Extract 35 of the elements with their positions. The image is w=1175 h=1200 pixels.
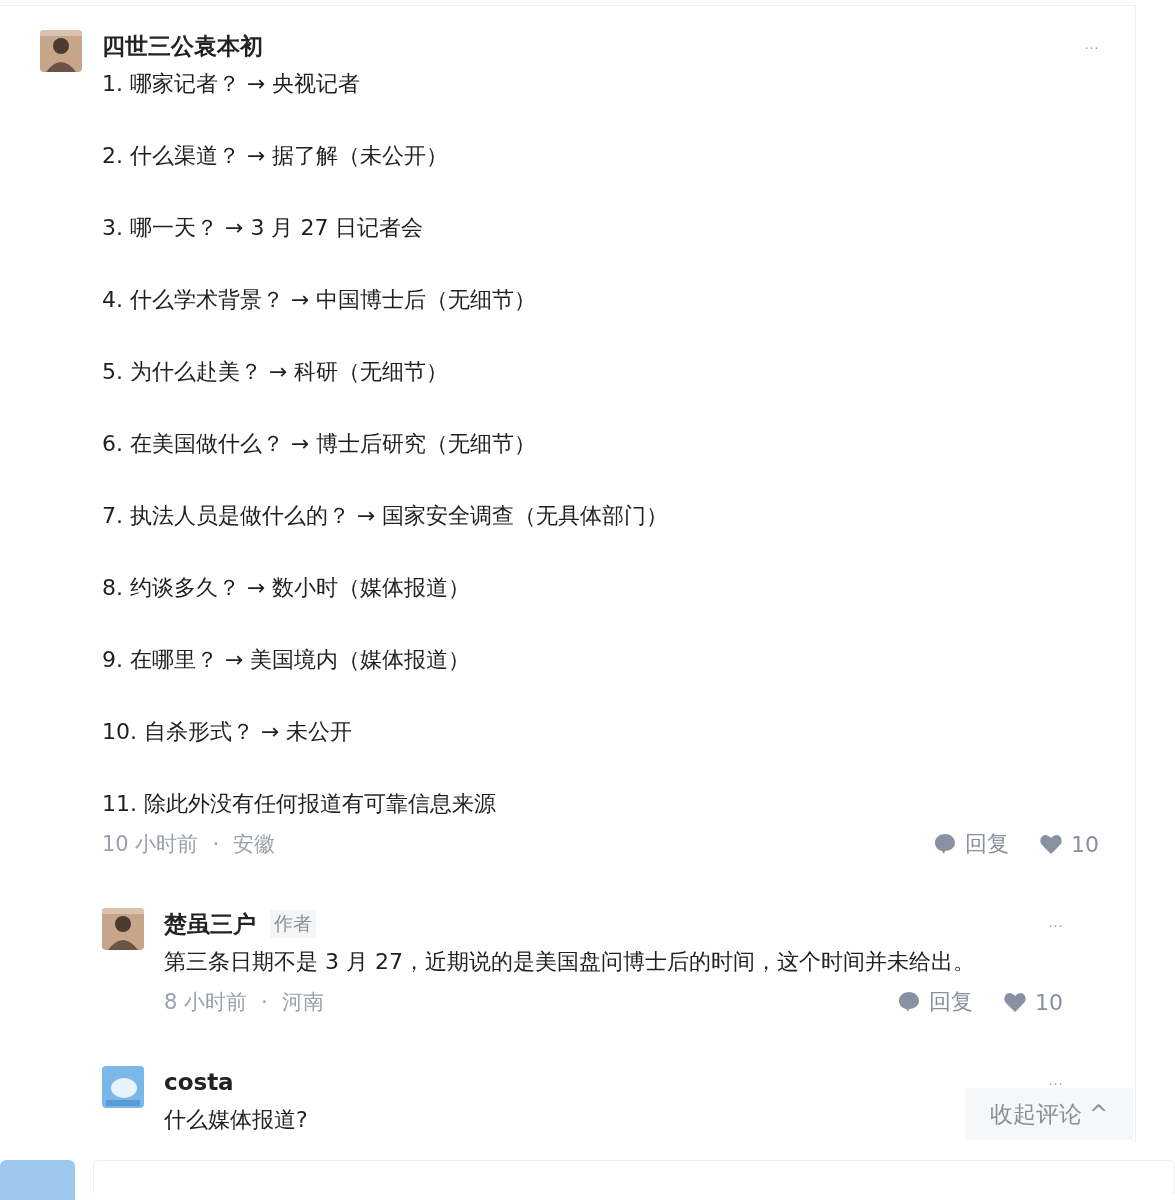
reply-button[interactable]: 回复 [933,829,1009,859]
comment-text: 4. 什么学术背景？ → 中国博士后（无细节） [102,286,537,314]
separator-dot: · [261,990,268,1014]
comment-text: 10. 自杀形式？ → 未公开 [102,718,353,746]
comment-text: 1. 哪家记者？ → 央视记者 [102,70,361,98]
like-button[interactable]: 10 [1003,989,1063,1015]
comment-icon [933,832,957,856]
reply-button[interactable]: 回复 [897,987,973,1017]
author-badge: 作者 [270,910,316,938]
comment-text: 3. 哪一天？ → 3 月 27 日记者会 [102,214,424,242]
comment-icon [897,990,921,1014]
heart-icon [1039,833,1063,855]
heart-icon [1003,991,1027,1013]
comment-text: 什么媒体报道? [164,1106,308,1134]
more-button[interactable]: ··· [1084,37,1099,55]
comment-text: 8. 约谈多久？ → 数小时（媒体报道） [102,574,471,602]
comment-text: 第三条日期不是 3 月 27，近期说的是美国盘问博士后的时间，这个时间并未给出。 [164,948,975,976]
comment-text: 6. 在美国做什么？ → 博士后研究（无细节） [102,430,537,458]
separator-dot: · [212,832,220,856]
comment-text: 7. 执法人员是做什么的？ → 国家安全调查（无具体部门） [102,502,669,530]
comment-time: 8 小时前 [164,989,248,1016]
comment-text: 9. 在哪里？ → 美国境内（媒体报道） [102,646,471,674]
comment-text: 2. 什么渠道？ → 据了解（未公开） [102,142,449,170]
comment-location: 河南 [281,989,324,1016]
author-name[interactable]: costa [164,1069,234,1095]
comment-text: 11. 除此外没有任何报道有可靠信息来源 [102,790,496,818]
comment-time: 10 小时前 [102,831,199,858]
author-name[interactable]: 楚虽三户 [164,908,256,940]
more-button[interactable]: ··· [1048,915,1063,933]
comment-location: 安徽 [233,831,276,858]
collapse-comments-button[interactable]: 收起评论 ^ [965,1088,1133,1140]
more-button[interactable]: ··· [1048,1073,1063,1091]
like-button[interactable]: 10 [1039,831,1099,857]
author-name[interactable]: 四世三公袁本初 [102,30,263,62]
comment-text: 5. 为什么赴美？ → 科研（无细节） [102,358,449,386]
